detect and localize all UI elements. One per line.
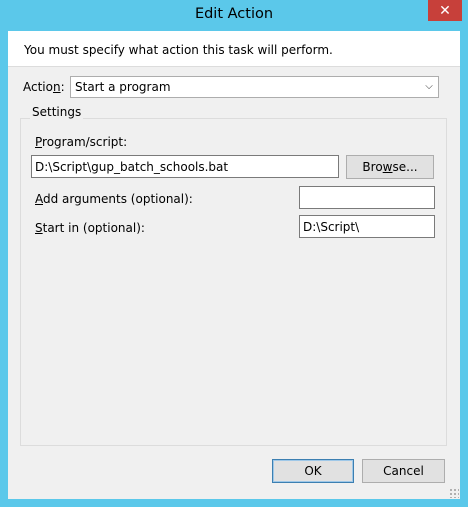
resize-grip-icon[interactable]: [449, 488, 459, 498]
instruction-band: You must specify what action this task w…: [8, 31, 460, 67]
edit-action-dialog: Edit Action ✕ You must specify what acti…: [0, 0, 468, 507]
title-bar[interactable]: Edit Action ✕: [0, 0, 468, 31]
add-arguments-label: Add arguments (optional):: [35, 192, 193, 206]
instruction-text: You must specify what action this task w…: [24, 43, 333, 57]
start-in-label: Start in (optional):: [35, 221, 145, 235]
cancel-button[interactable]: Cancel: [362, 459, 445, 483]
close-icon: ✕: [439, 2, 451, 19]
start-in-input[interactable]: [299, 215, 435, 238]
ok-button[interactable]: OK: [272, 459, 354, 483]
settings-group-label: Settings: [30, 105, 84, 119]
window-title: Edit Action: [194, 6, 274, 22]
dialog-client-area: You must specify what action this task w…: [8, 31, 460, 499]
action-label: Action:: [23, 80, 65, 94]
chevron-down-icon: ⌵: [425, 81, 433, 92]
action-selected-value: Start a program: [75, 80, 171, 94]
close-button[interactable]: ✕: [428, 0, 462, 21]
browse-button[interactable]: Bro w se...: [346, 155, 434, 179]
action-select[interactable]: Start a program ⌵: [70, 76, 439, 98]
program-script-input[interactable]: [31, 155, 339, 178]
program-script-label: Program/script:: [35, 135, 128, 149]
add-arguments-input[interactable]: [299, 186, 435, 209]
